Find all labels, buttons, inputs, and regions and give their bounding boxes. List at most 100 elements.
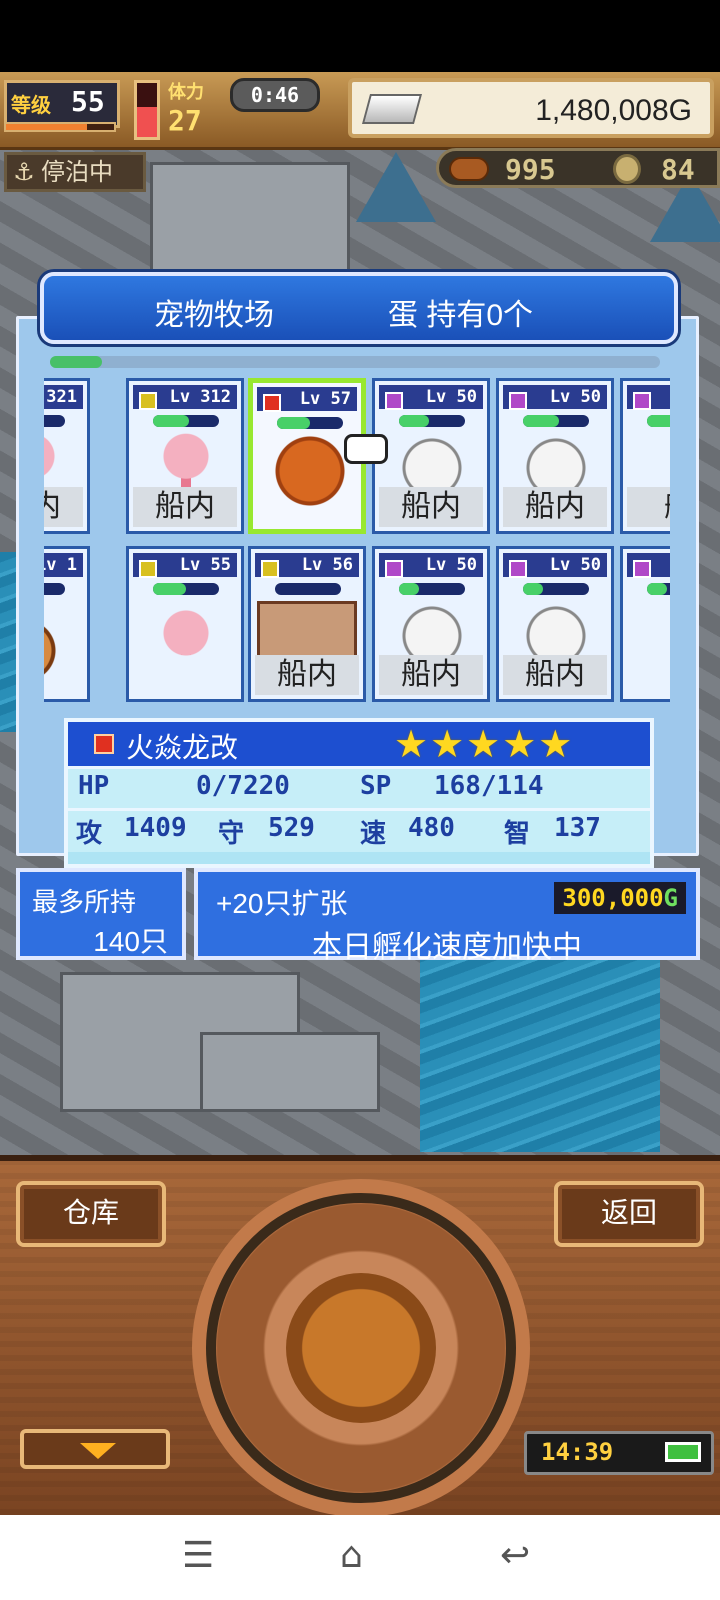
stamina-box: 体力 27 [168, 78, 228, 138]
sp-value: 168/114 [434, 771, 544, 801]
pet-location: 船内 [379, 487, 483, 527]
dock-status: ⚓ 停泊中 [4, 152, 146, 192]
dock-status-label: 停泊中 [41, 158, 113, 186]
pet-card[interactable]: Lv 50 船内 [496, 546, 614, 702]
pet-card[interactable]: Lv [620, 546, 670, 702]
pet-hp-bar [44, 415, 65, 427]
element-icon [139, 392, 157, 410]
warehouse-button[interactable]: 仓库 [16, 1181, 166, 1247]
expand-label: +20只扩张 [216, 888, 348, 919]
pet-card[interactable]: Lv 312 船内 [126, 378, 244, 534]
pet-hp-bar [399, 415, 465, 427]
pet-sprite [521, 601, 591, 659]
castle-wall [150, 162, 350, 282]
stamina-label: 体力 [168, 82, 204, 103]
pet-location: 船内 [133, 487, 237, 527]
spd-label: 速 [360, 819, 387, 849]
resource-bar: 995 84 [436, 148, 720, 188]
pet-location: 船内 [44, 487, 83, 527]
pet-card[interactable]: Lv 50 船内 [372, 378, 490, 534]
capacity-label: 最多所持 [32, 887, 137, 917]
pet-location: 船内 [379, 655, 483, 695]
int-value: 137 [554, 813, 601, 843]
stamina-value: 27 [168, 104, 202, 137]
battery-icon [665, 1442, 701, 1462]
scroll-thumb[interactable] [50, 356, 102, 368]
pet-location: 船内 [503, 487, 607, 527]
stats-row: 攻 1409 守 529 速 480 智 137 [68, 808, 650, 852]
menu-icon[interactable]: ☰ [182, 1535, 214, 1576]
pet-level: Lv 1 [44, 555, 77, 575]
pet-level: Lv 55 [179, 555, 231, 575]
coin-count: 84 [661, 153, 695, 186]
home-icon[interactable]: ⌂ [340, 1535, 363, 1576]
pet-card[interactable]: Lv 321 船内 [44, 378, 90, 534]
level-label: 等级 [11, 93, 51, 117]
pet-level: Lv 56 [301, 555, 353, 575]
expand-button[interactable]: +20只扩张 300,000G 本日孵化速度加快中 [194, 868, 700, 964]
pet-hp-bar [647, 583, 670, 595]
anchor-icon: ⚓ [13, 158, 35, 186]
pet-sprite [275, 431, 345, 511]
clock-time: 14:39 [541, 1438, 614, 1466]
castle-roof [356, 152, 436, 222]
expand-price: 300,000G [554, 882, 686, 914]
element-icon [509, 560, 527, 578]
back-button[interactable]: 返回 [554, 1181, 704, 1247]
pet-sprite [151, 601, 221, 681]
pet-hp-bar [153, 583, 219, 595]
status-bar-black [0, 0, 720, 72]
pet-level: Lv 57 [299, 389, 351, 409]
chevron-down-icon [80, 1443, 116, 1459]
pet-level: Lv 50 [549, 387, 601, 407]
pet-location: 船内 [255, 655, 359, 695]
food-count: 995 [505, 153, 556, 186]
sp-label: SP [360, 771, 392, 801]
element-icon [139, 560, 157, 578]
back-icon[interactable]: ↩ [500, 1535, 530, 1576]
meat-icon [449, 157, 489, 181]
pet-level: Lv 50 [549, 555, 601, 575]
pet-card[interactable]: Lv 56 船内 [248, 546, 366, 702]
def-label: 守 [218, 819, 245, 849]
pet-card[interactable]: Lv 50 船内 [372, 546, 490, 702]
rarity-stars: ★★★★★ [394, 722, 575, 766]
pet-sprite [521, 433, 591, 491]
system-nav-bar: ☰ ⌂ ↩ [0, 1515, 720, 1600]
page-title: 宠物牧场 [154, 299, 274, 332]
pet-card[interactable]: Lv 50 船内 [496, 378, 614, 534]
level-value: 55 [71, 85, 105, 118]
pet-level: Lv 50 [425, 387, 477, 407]
pet-card[interactable]: Lv 55 [126, 546, 244, 702]
scroll-down-button[interactable] [20, 1429, 170, 1469]
def-value: 529 [268, 813, 315, 843]
exp-bar [4, 122, 116, 132]
gold-value: 1,480,008G [535, 94, 692, 127]
atk-label: 攻 [76, 819, 103, 849]
element-icon [509, 392, 527, 410]
dpad[interactable] [192, 1179, 530, 1517]
pet-level: Lv 312 [169, 387, 231, 407]
pet-sprite [397, 601, 467, 659]
element-icon [261, 560, 279, 578]
pet-hp-bar [277, 417, 343, 429]
dpad-center-button[interactable] [286, 1273, 436, 1423]
pet-card[interactable]: Lv 船 [620, 378, 670, 534]
pet-sprite [151, 433, 221, 491]
element-icon [633, 560, 651, 578]
capacity-value: 140只 [93, 926, 168, 957]
pet-hp-bar [44, 583, 65, 595]
pet-card[interactable]: Lv 1 [44, 546, 90, 702]
pet-name-bar: 火焱龙改 ★★★★★ [68, 722, 650, 766]
gold-box: 1,480,008G [348, 78, 714, 138]
hand-pointer-icon [344, 434, 388, 464]
element-icon [385, 560, 403, 578]
horizontal-scrollbar[interactable] [50, 356, 660, 368]
hp-gauge [134, 80, 160, 140]
pet-location: 船内 [503, 655, 607, 695]
pet-level: Lv 50 [425, 555, 477, 575]
pet-hp-bar [399, 583, 465, 595]
pet-hp-bar [275, 583, 341, 595]
capacity-box: 最多所持 140只 [16, 868, 186, 960]
pet-name: 火焱龙改 [126, 732, 239, 763]
